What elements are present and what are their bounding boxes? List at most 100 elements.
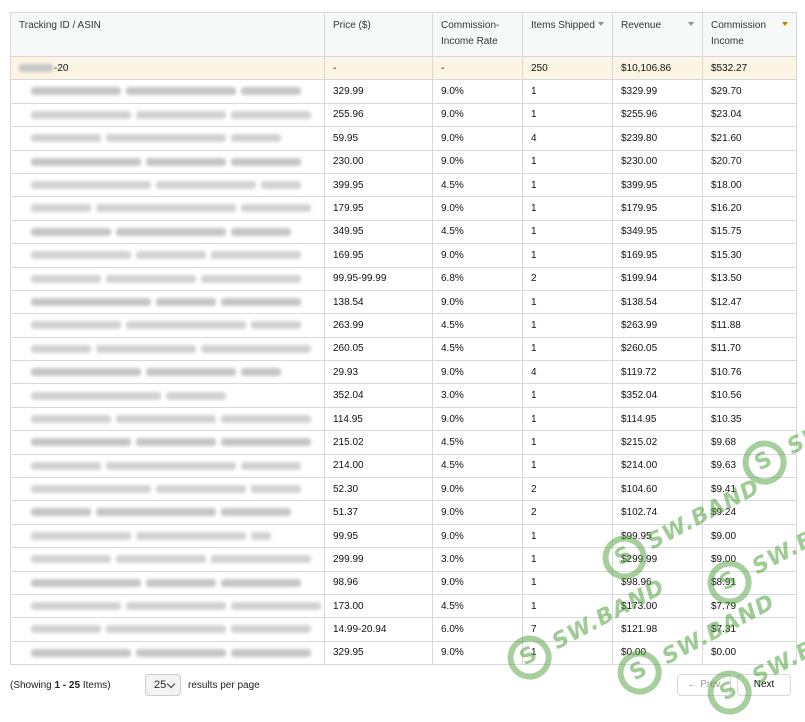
redacted-text (136, 531, 246, 540)
redacted-text (106, 461, 236, 470)
redacted-text (126, 321, 246, 330)
price-cell: 52.30 (324, 477, 433, 502)
revenue-cell: $352.04 (612, 383, 703, 408)
asin-cell[interactable] (10, 570, 325, 595)
redacted-text (116, 414, 216, 423)
asin-cell[interactable] (10, 406, 325, 432)
asin-cell[interactable] (10, 593, 325, 619)
column-header-label: Items Shipped (531, 20, 595, 31)
items-cell: 1 (522, 523, 613, 549)
revenue-cell: $260.05 (612, 336, 703, 362)
asin-cell[interactable] (10, 219, 325, 245)
price-cell: 352.04 (324, 383, 433, 408)
sort-caret-icon[interactable] (688, 22, 694, 26)
asin-cell[interactable] (10, 500, 325, 525)
income-cell: $15.75 (702, 219, 797, 245)
asin-cell[interactable] (10, 172, 325, 198)
redacted-text (231, 134, 281, 143)
table-row[interactable]: 29.93 9.0% 4 $119.72 $10.76 (10, 360, 797, 385)
table-row[interactable]: 352.04 3.0% 1 $352.04 $10.56 (10, 383, 797, 408)
items-cell: 4 (522, 360, 613, 385)
redacted-text (31, 181, 151, 189)
summary-row: -20- -250 $10,106.86 $532.27 (10, 55, 797, 81)
table-row[interactable]: 329.95 9.0% 1 $0.00 $0.00 (10, 640, 797, 666)
table-row[interactable]: 99.95-99.99 6.8% 2 $199.94 $13.50 (10, 266, 797, 291)
results-per-page-select[interactable]: 25 (145, 674, 181, 696)
items-cell: 1 (522, 640, 613, 666)
items-cell: 1 (522, 102, 613, 128)
asin-cell[interactable] (10, 102, 325, 128)
income-cell: $9.00 (702, 523, 797, 549)
table-header-row: Tracking ID / ASIN Price ($) Commission-In… (10, 12, 797, 57)
table-row[interactable]: 399.95 4.5% 1 $399.95 $18.00 (10, 172, 797, 198)
table-row[interactable]: 260.05 4.5% 1 $260.05 $11.70 (10, 336, 797, 362)
revenue-cell: $98.96 (612, 570, 703, 595)
revenue-cell: $230.00 (612, 149, 703, 174)
table-row[interactable]: 349.95 4.5% 1 $349.95 $15.75 (10, 219, 797, 245)
price-cell: 99.95-99.99 (324, 266, 433, 291)
table-row[interactable]: 51.37 9.0% 2 $102.74 $9.24 (10, 500, 797, 525)
asin-cell[interactable] (10, 196, 325, 221)
rate-cell: 3.0% (432, 547, 523, 572)
table-row[interactable]: 138.54 9.0% 1 $138.54 $12.47 (10, 289, 797, 315)
column-header: Tracking ID / ASIN (10, 12, 325, 57)
asin-cell[interactable] (10, 243, 325, 268)
asin-cell[interactable] (10, 430, 325, 455)
price-cell: 329.99 (324, 79, 433, 104)
column-header[interactable]: Items Shipped (522, 12, 613, 57)
column-header-label: Commission-Income Rate (441, 20, 500, 47)
next-page-button[interactable]: Next (737, 674, 791, 696)
summary-revenue-cell: $10,106.86 (612, 55, 703, 81)
table-row[interactable]: 179.95 9.0% 1 $179.95 $16.20 (10, 196, 797, 221)
items-cell: 1 (522, 547, 613, 572)
table-row[interactable]: 59.95 9.0% 4 $239.80 $21.60 (10, 126, 797, 151)
table-row[interactable]: 173.00 4.5% 1 $173.00 $7.79 (10, 593, 797, 619)
table-row[interactable]: 52.30 9.0% 2 $104.60 $9.41 (10, 477, 797, 502)
redacted-text (231, 648, 311, 657)
table-row[interactable]: 114.95 9.0% 1 $114.95 $10.35 (10, 406, 797, 432)
table-row[interactable]: 99.95 9.0% 1 $99.95 $9.00 (10, 523, 797, 549)
asin-cell[interactable] (10, 547, 325, 572)
asin-cell[interactable] (10, 126, 325, 151)
table-row[interactable]: 329.99 9.0% 1 $329.99 $29.70 (10, 79, 797, 104)
revenue-cell: $255.96 (612, 102, 703, 128)
redacted-text (166, 391, 226, 400)
table-row[interactable]: 215.02 4.5% 1 $215.02 $9.68 (10, 430, 797, 455)
rate-cell: 9.0% (432, 477, 523, 502)
redacted-text (251, 485, 301, 494)
redacted-text (136, 110, 226, 119)
chevron-down-icon (166, 679, 176, 689)
table-row[interactable]: 255.96 9.0% 1 $255.96 $23.04 (10, 102, 797, 128)
table-row[interactable]: 230.00 9.0% 1 $230.00 $20.70 (10, 149, 797, 174)
table-row[interactable]: 98.96 9.0% 1 $98.96 $8.91 (10, 570, 797, 595)
redacted-text (31, 648, 131, 657)
asin-cell[interactable] (10, 336, 325, 362)
column-header[interactable]: Commission Income (702, 12, 797, 57)
asin-cell[interactable] (10, 383, 325, 408)
table-row[interactable]: 263.99 4.5% 1 $263.99 $11.88 (10, 313, 797, 338)
items-cell: 1 (522, 593, 613, 619)
prev-page-button[interactable]: ← Prev (677, 674, 731, 696)
sort-caret-icon[interactable] (598, 22, 604, 26)
rate-cell: 9.0% (432, 570, 523, 595)
asin-cell[interactable] (10, 149, 325, 174)
asin-cell[interactable] (10, 266, 325, 291)
asin-cell[interactable] (10, 289, 325, 315)
column-header[interactable]: Revenue (612, 12, 703, 57)
rate-cell: 9.0% (432, 500, 523, 525)
asin-cell[interactable] (10, 453, 325, 479)
asin-cell[interactable] (10, 640, 325, 666)
asin-cell[interactable] (10, 360, 325, 385)
items-cell: 1 (522, 406, 613, 432)
asin-cell[interactable] (10, 477, 325, 502)
table-row[interactable]: 214.00 4.5% 1 $214.00 $9.63 (10, 453, 797, 479)
asin-cell[interactable] (10, 617, 325, 642)
asin-cell[interactable] (10, 79, 325, 104)
asin-cell[interactable] (10, 313, 325, 338)
table-row[interactable]: 169.95 9.0% 1 $169.95 $15.30 (10, 243, 797, 268)
table-row[interactable]: 299.99 3.0% 1 $299.99 $9.00 (10, 547, 797, 572)
table-row[interactable]: 14.99-20.94 6.0% 7 $121.98 $7.31 (10, 617, 797, 642)
asin-cell[interactable] (10, 523, 325, 549)
sort-caret-icon[interactable] (782, 22, 788, 26)
redacted-text (96, 344, 196, 353)
